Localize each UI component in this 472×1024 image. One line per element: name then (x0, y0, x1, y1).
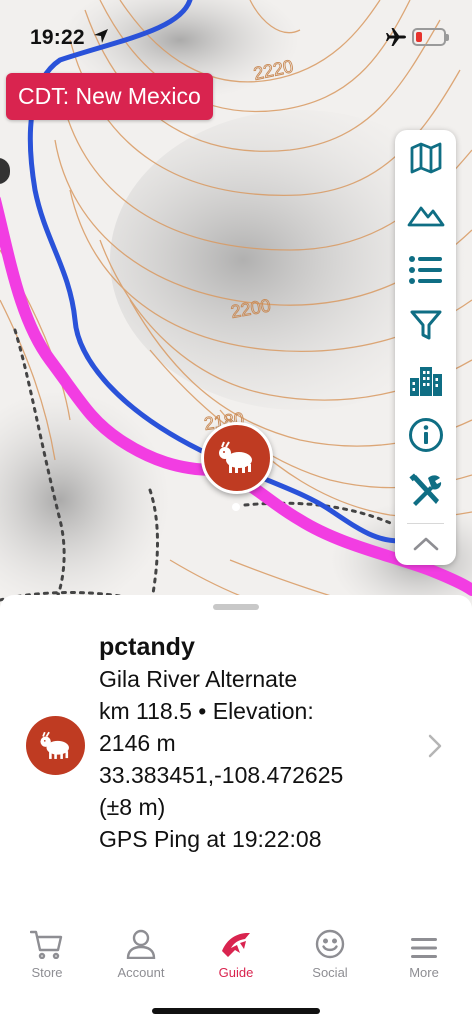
tab-label-account: Account (117, 965, 165, 980)
chevron-up-icon (413, 537, 438, 551)
location-info: pctandy Gila River Alternate km 118.5 • … (99, 631, 399, 855)
map-layers-button[interactable] (395, 130, 456, 185)
coordinates: 33.383451,-108.472625 (99, 762, 344, 788)
map-toolbar (395, 130, 456, 565)
map-icon (410, 142, 441, 173)
status-bar: 19:22 (0, 0, 472, 70)
gps-ping-time: GPS Ping at 19:22:08 (99, 826, 322, 852)
tab-label-store: Store (31, 965, 63, 980)
trail-section-badge[interactable]: CDT: New Mexico (6, 73, 213, 120)
route-name: Gila River Alternate (99, 666, 298, 692)
user-name: pctandy (99, 633, 195, 661)
filter-button[interactable] (395, 297, 456, 352)
mountain-icon (407, 206, 444, 226)
guide-logo-icon (222, 933, 250, 957)
tools-icon (408, 473, 441, 506)
location-detail-sheet[interactable]: pctandy Gila River Alternate km 118.5 • … (0, 595, 472, 925)
map-view[interactable]: 2220 2200 2180 CDT: New Mexico (0, 0, 472, 610)
airplane-icon (386, 28, 406, 46)
waypoint-list-button[interactable] (395, 242, 456, 297)
smiley-icon (315, 929, 345, 959)
filter-icon (410, 310, 441, 339)
info-icon (408, 417, 443, 452)
list-icon (408, 255, 442, 284)
tab-label-guide: Guide (218, 965, 254, 980)
cart-icon (30, 930, 63, 959)
towns-button[interactable] (395, 352, 456, 407)
accuracy: (±8 m) (99, 794, 166, 820)
info-button[interactable] (395, 407, 456, 462)
battery-level (416, 32, 422, 42)
elevation-value: 2146 m (99, 730, 176, 756)
tab-store[interactable]: Store (0, 925, 94, 985)
gps-point (232, 503, 240, 511)
buildings-icon (409, 366, 442, 396)
avatar (26, 716, 85, 775)
tab-label-more: More (409, 965, 439, 980)
chevron-right-icon[interactable] (428, 734, 442, 758)
mountain-goat-icon (219, 441, 252, 473)
home-indicator (152, 1008, 320, 1014)
tab-guide[interactable]: Guide (189, 925, 283, 985)
tab-label-social: Social (312, 965, 348, 980)
battery-icon (412, 28, 449, 46)
location-arrow-icon (94, 29, 108, 43)
user-location-marker[interactable] (201, 422, 273, 494)
mountain-goat-icon (39, 731, 69, 759)
tab-more[interactable]: More (377, 925, 471, 985)
tab-account[interactable]: Account (94, 925, 188, 985)
tab-social[interactable]: Social (283, 925, 377, 985)
tools-button[interactable] (395, 462, 456, 517)
collapse-toolbar-button[interactable] (395, 523, 456, 565)
km-elevation: km 118.5 • Elevation: (99, 698, 314, 724)
person-icon (126, 929, 156, 959)
menu-icon (411, 938, 437, 958)
status-time: 19:22 (30, 26, 85, 49)
sheet-drag-handle[interactable] (213, 604, 259, 610)
tab-bar: Store Account Guide Social More (0, 925, 472, 1024)
elevation-button[interactable] (395, 186, 456, 241)
